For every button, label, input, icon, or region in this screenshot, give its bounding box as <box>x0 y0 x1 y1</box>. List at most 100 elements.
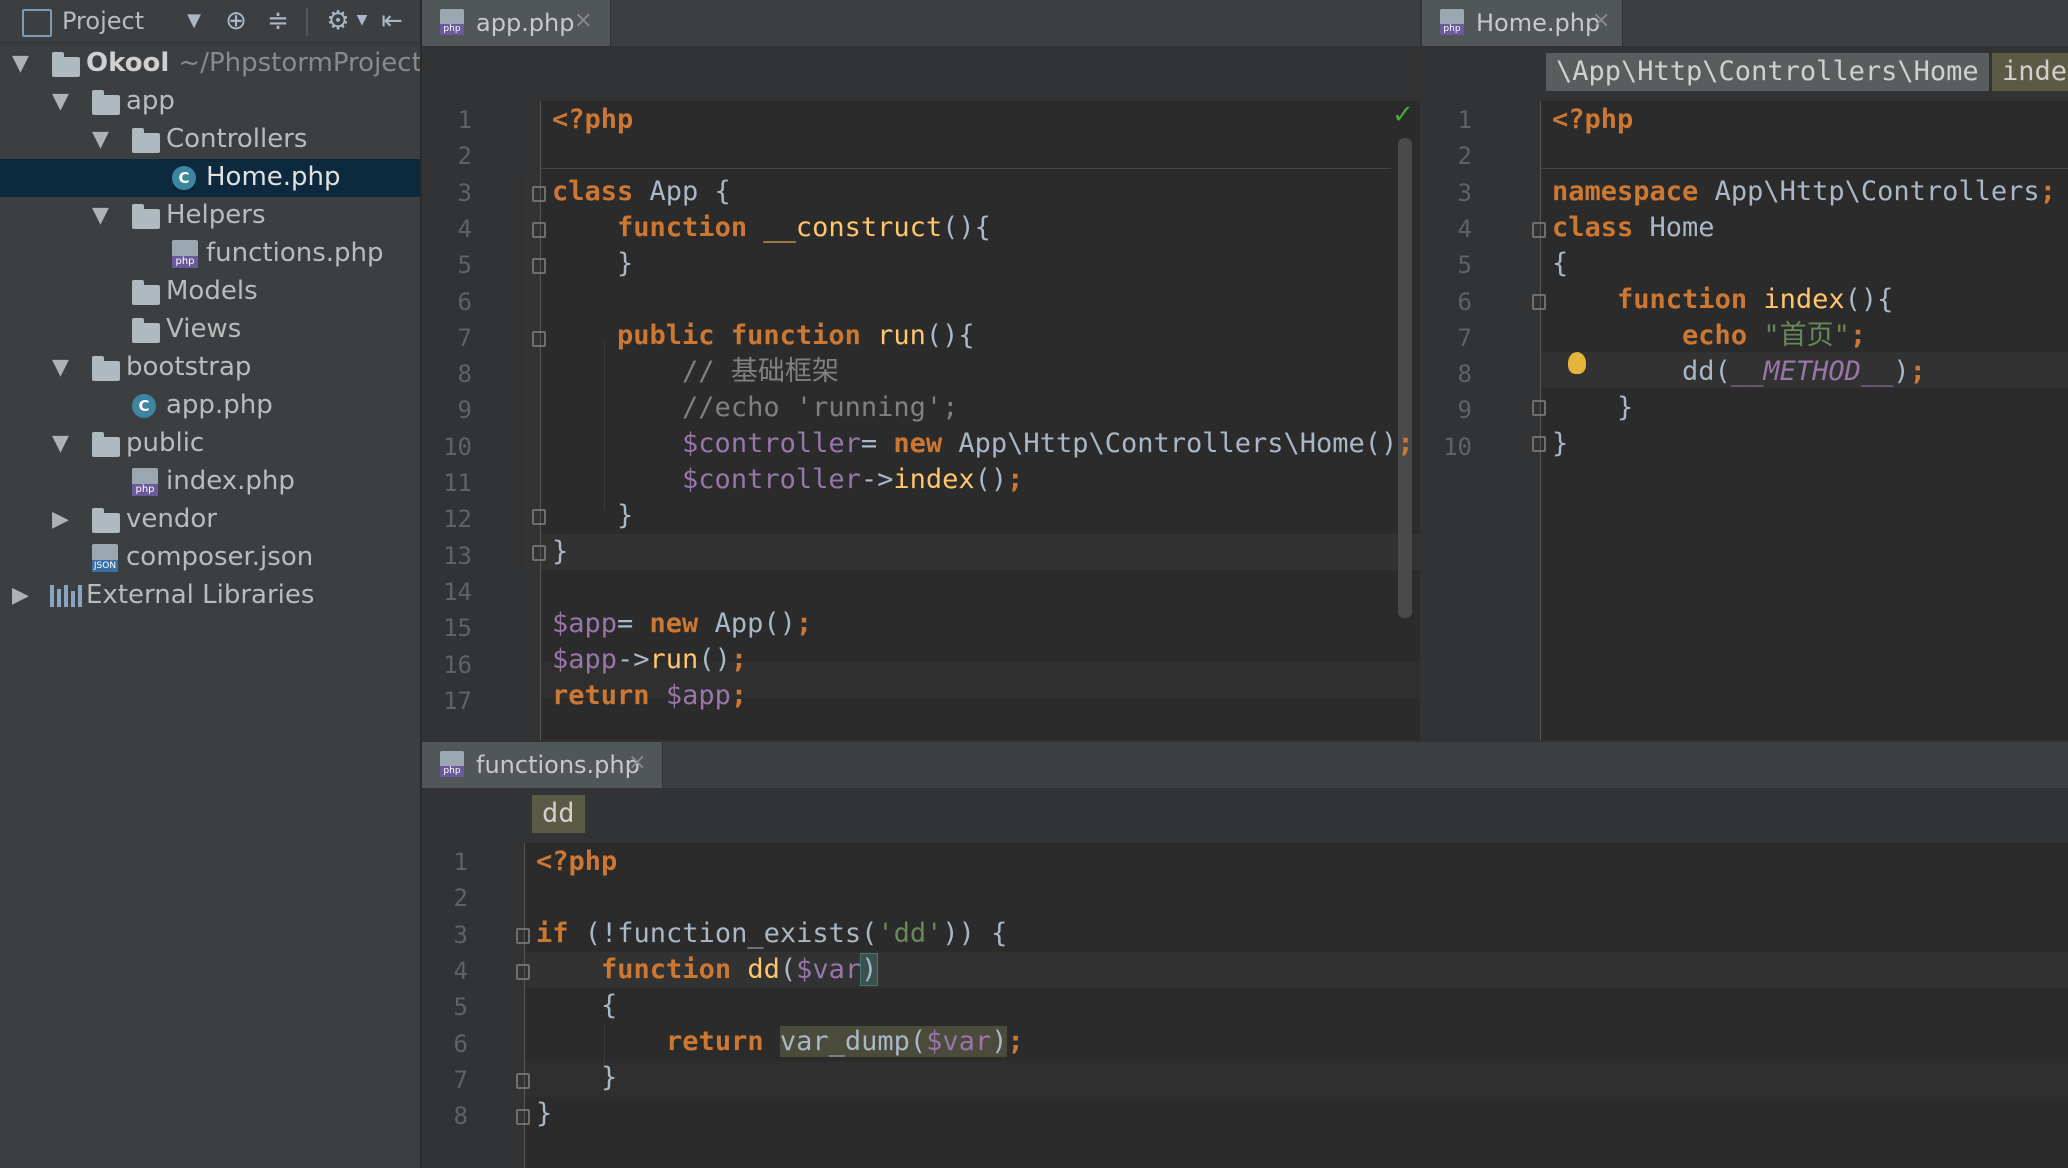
line-number: 2 <box>1457 142 1472 171</box>
tab-app-php[interactable]: php app.php × <box>422 0 611 46</box>
php-file-icon: php <box>440 9 464 35</box>
breadcrumb-method[interactable]: index <box>1992 53 2068 91</box>
folder-icon <box>132 204 160 229</box>
line-number: 6 <box>453 1029 468 1058</box>
code-home-php[interactable]: <?php namespace App\Http\Controllers; cl… <box>1552 102 2056 462</box>
folder-icon <box>92 90 120 115</box>
chevron-down-icon[interactable]: ▼ <box>346 12 378 28</box>
tree-item-label: Okool <box>86 48 170 78</box>
tree-item-home-php[interactable]: C Home.php <box>0 159 420 197</box>
expanded-arrow-icon[interactable]: ▼ <box>52 433 69 455</box>
fold-marker-icon[interactable] <box>532 258 546 274</box>
breadcrumb <box>422 789 2068 844</box>
line-number: 9 <box>1457 396 1472 425</box>
project-view-label[interactable]: Project <box>62 7 144 35</box>
project-view-icon[interactable] <box>22 9 52 37</box>
tree-item-label: Helpers <box>166 200 266 230</box>
breadcrumb-class[interactable]: \App\Http\Controllers\Home <box>1546 53 1989 91</box>
fold-marker-icon[interactable] <box>532 331 546 347</box>
folder-icon <box>132 318 160 343</box>
breadcrumb <box>422 47 1420 102</box>
expanded-arrow-icon[interactable]: ▼ <box>12 53 29 75</box>
tree-item-bootstrap[interactable]: ▼ bootstrap <box>0 349 420 387</box>
hide-panel-icon[interactable]: ⇤ <box>376 6 408 36</box>
tree-item-label: functions.php <box>206 238 384 268</box>
fold-marker-icon[interactable] <box>516 964 530 980</box>
collapsed-arrow-icon[interactable]: ▶ <box>52 509 69 531</box>
tree-item-public[interactable]: ▼ public <box>0 425 420 463</box>
line-number: 9 <box>457 396 472 425</box>
fold-marker-icon[interactable] <box>1532 400 1546 416</box>
folder-icon <box>92 356 120 381</box>
line-number: 4 <box>457 214 472 243</box>
tree-item-vendor[interactable]: ▶ vendor <box>0 501 420 539</box>
tree-item-label: index.php <box>166 466 295 496</box>
fold-marker-icon[interactable] <box>516 1073 530 1089</box>
fold-marker-icon[interactable] <box>532 186 546 202</box>
tree-item-app[interactable]: ▼ app <box>0 83 420 121</box>
project-path: ~/PhpstormProjects <box>178 48 436 78</box>
close-icon[interactable]: × <box>1592 8 1610 33</box>
tree-item-functions-php[interactable]: php functions.php <box>0 235 420 273</box>
fold-marker-icon[interactable] <box>1532 436 1546 452</box>
locate-icon[interactable]: ⊕ <box>220 6 252 36</box>
line-number: 7 <box>1457 323 1472 352</box>
line-number: 17 <box>443 686 472 715</box>
folder-icon <box>52 52 80 77</box>
indent-guide <box>526 175 527 565</box>
tree-item-external-libraries[interactable]: ▶ External Libraries <box>0 577 420 615</box>
expanded-arrow-icon[interactable]: ▼ <box>92 205 109 227</box>
php-file-icon: php <box>440 751 464 777</box>
php-class-icon: C <box>132 394 156 418</box>
collapsed-arrow-icon[interactable]: ▶ <box>12 585 29 607</box>
code-functions-php[interactable]: <?php if (!function_exists('dd')) { func… <box>536 844 1024 1132</box>
line-number: 5 <box>1457 251 1472 280</box>
tab-bar <box>422 742 2068 789</box>
tab-home-php[interactable]: php Home.php × <box>1422 0 1623 46</box>
tree-item-composer-json[interactable]: JSON composer.json <box>0 539 420 577</box>
line-number: 15 <box>443 614 472 643</box>
fold-marker-icon[interactable] <box>532 222 546 238</box>
tree-item-views[interactable]: Views <box>0 311 420 349</box>
line-number: 1 <box>457 106 472 134</box>
chevron-down-icon[interactable]: ▼ <box>178 10 210 31</box>
line-number: 7 <box>457 323 472 352</box>
tree-item-models[interactable]: Models <box>0 273 420 311</box>
fold-marker-icon[interactable] <box>1532 222 1546 238</box>
tree-item-controllers[interactable]: ▼ Controllers <box>0 121 420 159</box>
expanded-arrow-icon[interactable]: ▼ <box>92 129 109 151</box>
fold-marker-icon[interactable] <box>516 1109 530 1125</box>
fold-marker-icon[interactable] <box>532 545 546 561</box>
php-class-icon: C <box>172 166 196 190</box>
close-icon[interactable]: × <box>628 750 646 775</box>
line-number: 5 <box>457 251 472 280</box>
fold-marker-icon[interactable] <box>532 509 546 525</box>
php-file-icon-label: php <box>172 256 198 268</box>
expanded-arrow-icon[interactable]: ▼ <box>52 91 69 113</box>
tab-functions-php[interactable]: php functions.php × <box>422 742 663 788</box>
code-app-php[interactable]: <?php class App { function __construct()… <box>552 102 1414 714</box>
fold-marker-icon[interactable] <box>516 928 530 944</box>
line-number: 6 <box>457 287 472 316</box>
php-file-icon: php <box>1440 9 1464 35</box>
line-number: 16 <box>443 650 472 679</box>
fold-marker-icon[interactable] <box>1532 294 1546 310</box>
tree-item-label: composer.json <box>126 542 314 572</box>
tab-label: functions.php <box>476 751 640 779</box>
tree-item-label: Models <box>166 276 258 306</box>
line-number: 3 <box>453 920 468 949</box>
close-icon[interactable]: × <box>574 8 592 33</box>
folder-icon <box>92 508 120 533</box>
line-number: 14 <box>443 577 472 606</box>
breadcrumb-function[interactable]: dd <box>532 795 585 833</box>
tree-item-helpers[interactable]: ▼ Helpers <box>0 197 420 235</box>
folder-icon <box>132 280 160 305</box>
tree-item-okool[interactable]: ▼ Okool ~/PhpstormProjects <box>0 45 435 83</box>
line-number: 4 <box>1457 214 1472 243</box>
expanded-arrow-icon[interactable]: ▼ <box>52 357 69 379</box>
collapse-all-icon[interactable]: ≑ <box>262 6 294 36</box>
line-number: 7 <box>453 1065 468 1094</box>
tree-item-app-php[interactable]: C app.php <box>0 387 420 425</box>
tree-item-label: app <box>126 86 175 116</box>
tree-item-index-php[interactable]: php index.php <box>0 463 420 501</box>
